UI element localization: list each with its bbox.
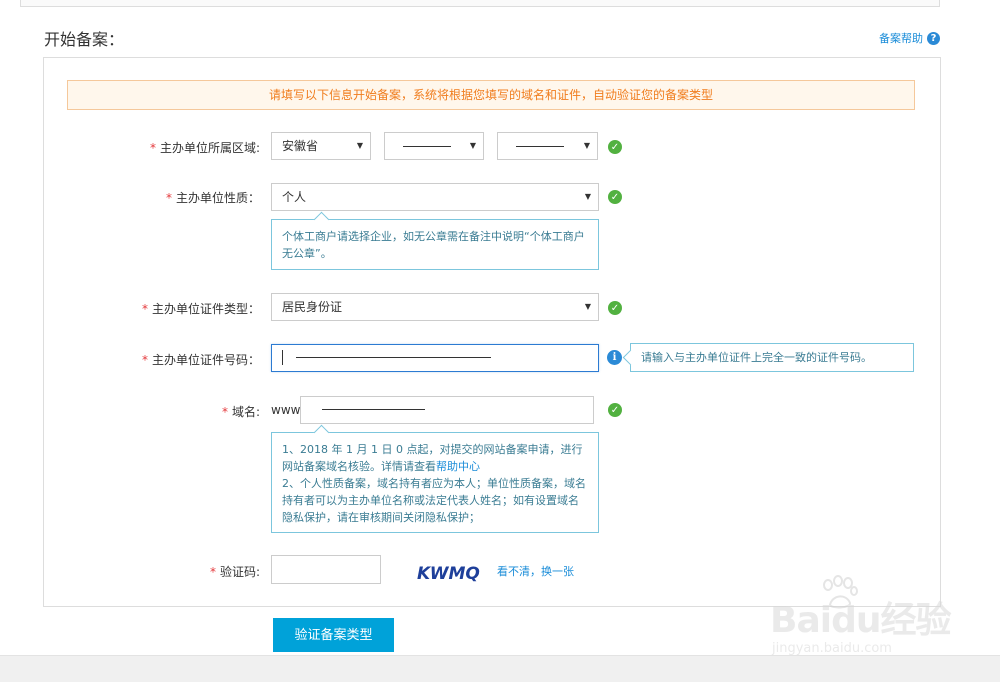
dropdown-arrow-icon: ▼: [583, 141, 590, 150]
dropdown-arrow-icon: ▼: [469, 141, 476, 150]
redaction-mark: [403, 146, 451, 147]
captcha-input[interactable]: [271, 555, 381, 584]
district-select[interactable]: ▼: [497, 132, 598, 160]
text-caret: [282, 350, 283, 365]
nature-label: * 主办单位性质：: [165, 191, 260, 205]
dropdown-arrow-icon: ▼: [356, 141, 363, 150]
nature-tip: 个体工商户请选择企业，如无公章需在备注中说明“个体工商户无公章”。: [271, 219, 599, 270]
notice-banner: 请填写以下信息开始备案，系统将根据您填写的域名和证件，自动验证您的备案类型: [67, 80, 915, 110]
top-frame: [20, 0, 940, 7]
check-icon: ✓: [608, 301, 622, 315]
help-label: 备案帮助: [879, 32, 923, 45]
nature-value: 个人: [282, 190, 307, 204]
domain-input[interactable]: [300, 396, 594, 424]
redaction-mark: [516, 146, 564, 147]
redaction-mark: [296, 357, 491, 358]
page-title: 开始备案：: [44, 30, 125, 49]
check-icon: ✓: [608, 190, 622, 204]
cert-type-value: 居民身份证: [282, 300, 343, 314]
required-marker: *: [141, 302, 148, 316]
cert-number-input[interactable]: [271, 344, 599, 372]
domain-tip-text-2: 2、个人性质备案，域名持有者应为本人；单位性质备案，域名持有者可以为主办单位名称…: [282, 477, 586, 524]
province-select[interactable]: 安徽省 ▼: [271, 132, 371, 160]
captcha-label: * 验证码:: [209, 565, 260, 579]
required-marker: *: [141, 353, 148, 367]
verify-button[interactable]: 验证备案类型: [273, 618, 394, 652]
domain-tip-text-1: 1、2018 年 1 月 1 日 0 点起，对提交的网站备案申请，进行网站备案域…: [282, 443, 583, 473]
cert-number-tip: 请输入与主办单位证件上完全一致的证件号码。: [630, 343, 914, 372]
captcha-text: KWMQ: [417, 564, 480, 584]
required-marker: *: [149, 141, 156, 155]
info-icon: i: [607, 350, 622, 365]
refresh-captcha-link[interactable]: 看不清，换一张: [497, 563, 574, 579]
domain-tip: 1、2018 年 1 月 1 日 0 点起，对提交的网站备案申请，进行网站备案域…: [271, 432, 599, 533]
question-icon: ?: [927, 31, 940, 45]
check-icon: ✓: [608, 403, 622, 417]
required-marker: *: [165, 191, 172, 205]
watermark-url: jingyan.baidu.com: [772, 641, 892, 656]
city-select[interactable]: ▼: [384, 132, 484, 160]
domain-prefix: www.: [271, 403, 304, 417]
region-label: * 主办单位所属区域:: [149, 141, 260, 155]
required-marker: *: [221, 405, 228, 419]
dropdown-arrow-icon: ▼: [584, 302, 591, 311]
cert-number-label: * 主办单位证件号码：: [141, 353, 260, 367]
province-value: 安徽省: [282, 139, 319, 153]
help-center-link[interactable]: 帮助中心: [436, 460, 480, 473]
required-marker: *: [209, 565, 216, 579]
cert-type-select[interactable]: 居民身份证 ▼: [271, 293, 599, 321]
redaction-mark: [322, 409, 425, 410]
check-icon: ✓: [608, 140, 622, 154]
nature-select[interactable]: 个人 ▼: [271, 183, 599, 211]
domain-label: * 域名:: [221, 405, 260, 419]
cert-type-label: * 主办单位证件类型：: [141, 302, 260, 316]
captcha-image[interactable]: KWMQ: [415, 560, 481, 584]
dropdown-arrow-icon: ▼: [584, 192, 591, 201]
help-link[interactable]: 备案帮助 ?: [879, 30, 940, 46]
watermark: Baidu经验 jingyan.baidu.com: [760, 575, 960, 665]
watermark-brand: Baidu经验: [770, 600, 951, 641]
